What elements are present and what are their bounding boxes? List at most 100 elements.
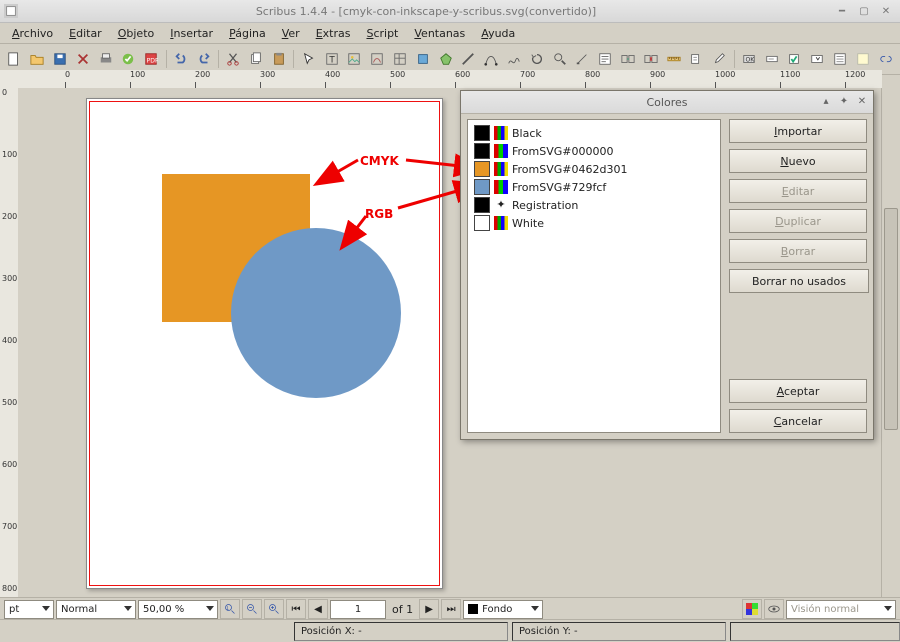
zoom-value: 50,00 % xyxy=(143,604,184,615)
borrar-no-usados-button[interactable]: Borrar no usados xyxy=(729,269,869,293)
menu-ayuda[interactable]: Ayuda xyxy=(475,25,521,42)
registration-mode-icon: ✦ xyxy=(494,198,508,212)
maximize-icon[interactable]: ▢ xyxy=(854,4,874,18)
document-page[interactable]: CMYK RGB xyxy=(86,98,443,589)
color-list-item[interactable]: Black xyxy=(470,124,718,142)
dialog-close-icon[interactable]: ✕ xyxy=(855,94,869,108)
menu-objeto[interactable]: Objeto xyxy=(112,25,161,42)
pdf-combobox-icon[interactable] xyxy=(807,48,828,70)
last-page-icon[interactable]: ⏭ xyxy=(441,599,461,619)
preflight-icon[interactable] xyxy=(118,48,139,70)
menu-archivo[interactable]: Archivo xyxy=(6,25,59,42)
menu-pagina[interactable]: Página xyxy=(223,25,272,42)
dialog-float-icon[interactable]: ✦ xyxy=(837,94,851,108)
zoom-100-icon[interactable]: 1 xyxy=(220,599,240,619)
vision-combo[interactable]: Visión normal xyxy=(786,600,896,619)
edit-text-icon[interactable] xyxy=(572,48,593,70)
hruler-tick: 700 xyxy=(520,70,535,79)
print-icon[interactable] xyxy=(95,48,116,70)
aceptar-button[interactable]: Aceptar xyxy=(729,379,867,403)
line-icon[interactable] xyxy=(458,48,479,70)
copy-props-icon[interactable] xyxy=(686,48,707,70)
save-icon[interactable] xyxy=(50,48,71,70)
viewmode-combo[interactable]: Normal xyxy=(56,600,136,619)
cancelar-button[interactable]: Cancelar xyxy=(729,409,867,433)
color-list-item[interactable]: FromSVG#0462d301 xyxy=(470,160,718,178)
cut-icon[interactable] xyxy=(223,48,244,70)
vertical-scrollbar[interactable] xyxy=(881,88,900,598)
export-pdf-icon[interactable]: PDF xyxy=(141,48,162,70)
open-file-icon[interactable] xyxy=(27,48,48,70)
first-page-icon[interactable]: ⏮ xyxy=(286,599,306,619)
menu-ver[interactable]: Ver xyxy=(276,25,306,42)
menu-script[interactable]: Script xyxy=(360,25,404,42)
layer-combo[interactable]: Fondo xyxy=(463,600,543,619)
color-list-item[interactable]: FromSVG#729fcf xyxy=(470,178,718,196)
redo-icon[interactable] xyxy=(193,48,214,70)
cancelar-label: ancelar xyxy=(781,415,822,428)
bezier-icon[interactable] xyxy=(481,48,502,70)
pdf-annot-icon[interactable] xyxy=(852,48,873,70)
paste-icon[interactable] xyxy=(269,48,290,70)
link-frames-icon[interactable] xyxy=(618,48,639,70)
colors-listbox[interactable]: BlackFromSVG#000000FromSVG#0462d301FromS… xyxy=(467,119,721,433)
pdf-listbox-icon[interactable] xyxy=(830,48,851,70)
colors-dialog[interactable]: Colores ▴ ✦ ✕ BlackFromSVG#000000FromSVG… xyxy=(460,90,874,440)
zoom-icon[interactable] xyxy=(549,48,570,70)
copy-icon[interactable] xyxy=(246,48,267,70)
preview-toggle-icon[interactable] xyxy=(764,599,784,619)
new-file-icon[interactable] xyxy=(4,48,25,70)
prev-page-icon[interactable]: ◀ xyxy=(308,599,328,619)
svg-text:PDF: PDF xyxy=(147,58,158,65)
current-page-field[interactable]: 1 xyxy=(330,600,386,619)
color-list-item[interactable]: White xyxy=(470,214,718,232)
polygon-icon[interactable] xyxy=(435,48,456,70)
zoom-in-icon[interactable] xyxy=(264,599,284,619)
undo-icon[interactable] xyxy=(171,48,192,70)
next-page-icon[interactable]: ▶ xyxy=(419,599,439,619)
pdf-checkbox-icon[interactable] xyxy=(784,48,805,70)
unit-combo[interactable]: pt xyxy=(4,600,54,619)
pdf-textfield-icon[interactable] xyxy=(761,48,782,70)
color-swatch xyxy=(474,161,490,177)
zoom-field[interactable]: 50,00 % xyxy=(138,600,218,619)
render-frame-icon[interactable] xyxy=(367,48,388,70)
pdf-pushbutton-icon[interactable]: OK xyxy=(738,48,759,70)
close-icon[interactable]: ✕ xyxy=(876,4,896,18)
menu-insertar[interactable]: Insertar xyxy=(164,25,219,42)
rgb-mode-icon xyxy=(494,180,508,194)
minimize-icon[interactable]: ━ xyxy=(832,4,852,18)
posy-label: Posición Y: xyxy=(519,626,571,637)
duplicar-button[interactable]: Duplicar xyxy=(729,209,867,233)
unlink-frames-icon[interactable] xyxy=(640,48,661,70)
image-frame-icon[interactable] xyxy=(344,48,365,70)
freehand-icon[interactable] xyxy=(504,48,525,70)
eyedropper-icon[interactable] xyxy=(709,48,730,70)
rotate-icon[interactable] xyxy=(526,48,547,70)
cms-toggle-icon[interactable] xyxy=(742,599,762,619)
menu-extras[interactable]: Extras xyxy=(310,25,357,42)
nuevo-button[interactable]: Nuevo xyxy=(729,149,867,173)
hruler-tick: 800 xyxy=(585,70,600,79)
color-list-item[interactable]: ✦Registration xyxy=(470,196,718,214)
pdf-link-icon[interactable] xyxy=(875,48,896,70)
text-frame-icon[interactable]: T xyxy=(321,48,342,70)
vscroll-thumb[interactable] xyxy=(884,208,898,430)
dialog-titlebar[interactable]: Colores ▴ ✦ ✕ xyxy=(461,91,873,114)
close-doc-icon[interactable] xyxy=(72,48,93,70)
toolbar-separator xyxy=(734,50,735,68)
blue-circle-shape[interactable] xyxy=(231,228,401,398)
story-editor-icon[interactable] xyxy=(595,48,616,70)
menu-editar[interactable]: Editar xyxy=(63,25,108,42)
menu-ventanas[interactable]: Ventanas xyxy=(408,25,471,42)
zoom-out-icon[interactable] xyxy=(242,599,262,619)
borrar-button[interactable]: Borrar xyxy=(729,239,867,263)
select-tool-icon[interactable] xyxy=(298,48,319,70)
measure-icon[interactable] xyxy=(663,48,684,70)
importar-button[interactable]: Importar xyxy=(729,119,867,143)
table-icon[interactable] xyxy=(390,48,411,70)
color-list-item[interactable]: FromSVG#000000 xyxy=(470,142,718,160)
editar-button[interactable]: Editar xyxy=(729,179,867,203)
dialog-shade-icon[interactable]: ▴ xyxy=(819,94,833,108)
shape-icon[interactable] xyxy=(412,48,433,70)
